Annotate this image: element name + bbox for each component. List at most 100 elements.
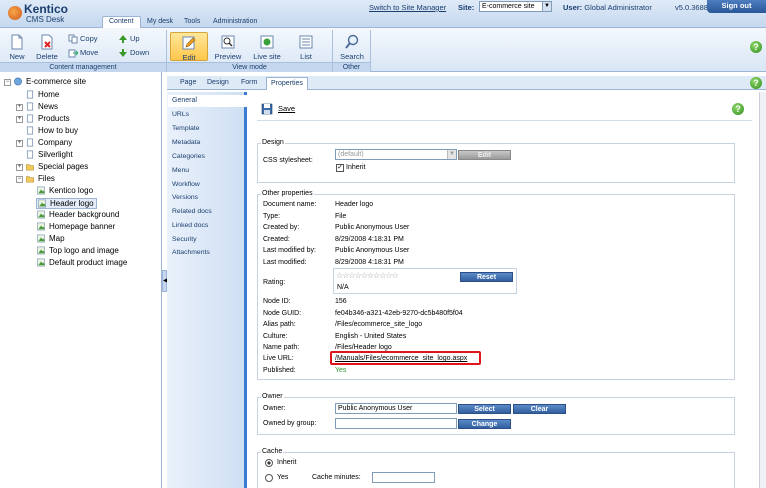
nav-menu[interactable]: Menu (172, 167, 189, 174)
down-button[interactable]: Down (118, 48, 149, 58)
tree-item-silverlight[interactable]: Silverlight (25, 150, 73, 159)
expand-icon[interactable]: + (16, 104, 23, 111)
owner-clear-button[interactable]: Clear (513, 404, 566, 414)
save-bar (257, 100, 752, 121)
collapse-icon[interactable]: − (16, 176, 23, 183)
group-change-button[interactable]: Change (458, 419, 511, 429)
rating-stars[interactable]: ☆☆☆☆☆☆☆☆☆☆ (336, 271, 399, 280)
nav-categories[interactable]: Categories (172, 153, 205, 160)
delete-button[interactable]: Delete (33, 34, 61, 61)
owner-select-button[interactable]: Select (458, 404, 511, 414)
nav-security[interactable]: Security (172, 236, 197, 243)
tree-item-map[interactable]: Map (36, 234, 65, 243)
search-button[interactable]: Search (336, 34, 368, 61)
tab-tools[interactable]: Tools (178, 17, 206, 28)
css-edit-button[interactable]: Edit (458, 150, 511, 160)
expand-icon[interactable]: + (16, 116, 23, 123)
expand-icon[interactable]: + (16, 140, 23, 147)
tree-root[interactable]: E-commerce site (13, 77, 86, 86)
tree-item-news[interactable]: News (25, 102, 58, 111)
nav-general[interactable]: General (168, 95, 247, 107)
inherit-checkbox[interactable]: ✓ (336, 164, 344, 172)
tree-item-kentico-logo[interactable]: Kentico logo (36, 186, 93, 195)
tab-design[interactable]: Design (204, 79, 232, 86)
save-disk-icon (261, 103, 273, 115)
tab-page[interactable]: Page (177, 79, 199, 86)
last-modified-by-label: Last modified by: (263, 247, 316, 254)
cache-inherit-radio[interactable] (265, 459, 273, 467)
preview-mode-button[interactable]: Preview (212, 34, 244, 61)
owned-by-group-input[interactable] (335, 418, 457, 429)
tree-item-files[interactable]: Files (25, 174, 55, 183)
tree-item-header-logo-selected[interactable]: Header logo (36, 198, 97, 210)
nav-linked-docs[interactable]: Linked docs (172, 222, 208, 229)
tree-item-header-background[interactable]: Header background (36, 210, 119, 219)
nav-versions[interactable]: Versions (172, 194, 198, 201)
tab-form[interactable]: Form (238, 79, 260, 86)
css-stylesheet-select[interactable]: (default) ▼ (335, 149, 457, 160)
live-site-mode-button[interactable]: Live site (249, 34, 285, 61)
tab-administration[interactable]: Administration (207, 17, 263, 28)
save-button[interactable]: Save (261, 103, 295, 115)
owner-input[interactable]: Public Anonymous User (335, 403, 457, 414)
live-site-icon (260, 35, 274, 49)
tree-item-top-logo-and-image[interactable]: Top logo and image (36, 246, 119, 255)
switch-to-site-manager-link[interactable]: Switch to Site Manager (369, 3, 446, 12)
help-icon[interactable]: ? (732, 103, 744, 115)
owner-legend: Owner (261, 393, 284, 400)
nav-template[interactable]: Template (172, 125, 200, 132)
move-button[interactable]: Move (68, 48, 98, 58)
help-icon[interactable]: ? (750, 77, 762, 89)
kentico-logo: Kentico CMS Desk (4, 1, 104, 27)
edit-mode-button[interactable]: Edit (170, 32, 208, 62)
node-id-label: Node ID: (263, 298, 291, 305)
sign-out-button[interactable]: Sign out (707, 0, 766, 13)
tree-item-how-to-buy[interactable]: How to buy (25, 126, 78, 135)
nav-accent-bar (244, 92, 247, 488)
created-value: 8/29/2008 4:18:31 PM (335, 236, 404, 243)
tree-item-company[interactable]: Company (25, 138, 72, 147)
live-url-link[interactable]: /Manuals/Files/ecommerce_site_logo.aspx (335, 355, 467, 362)
live-url-label: Live URL: (263, 355, 294, 362)
tree-item-special-pages[interactable]: Special pages (25, 162, 88, 171)
css-stylesheet-label: CSS stylesheet: (263, 157, 313, 164)
tree-item-products[interactable]: Products (25, 114, 70, 123)
cache-minutes-input[interactable] (372, 472, 435, 483)
new-button[interactable]: New (4, 34, 30, 61)
nav-attachments[interactable]: Attachments (172, 249, 210, 256)
last-modified-value: 8/29/2008 4:18:31 PM (335, 259, 404, 266)
expand-icon[interactable]: + (16, 164, 23, 171)
collapse-icon[interactable]: − (4, 79, 11, 86)
copy-button[interactable]: Copy (68, 34, 98, 44)
page-icon (26, 150, 34, 159)
user-label: User: Global Administrator (563, 3, 652, 12)
tree-item-default-product-image[interactable]: Default product image (36, 258, 127, 267)
up-button[interactable]: Up (118, 34, 140, 44)
list-mode-button[interactable]: List (293, 34, 319, 61)
rating-reset-button[interactable]: Reset (460, 272, 513, 282)
cache-yes-radio[interactable] (265, 474, 273, 482)
site-select[interactable]: E-commerce site ▼ (479, 1, 552, 12)
other-properties-legend: Other properties (261, 190, 314, 197)
last-modified-label: Last modified: (263, 259, 307, 266)
nav-related-docs[interactable]: Related docs (172, 208, 212, 215)
nav-metadata[interactable]: Metadata (172, 139, 200, 146)
image-file-icon (37, 187, 45, 195)
document-name-label: Document name: (263, 201, 317, 208)
cache-inherit-label: Inherit (277, 459, 297, 466)
vertical-scrollbar[interactable] (759, 92, 766, 488)
node-guid-label: Node GUID: (263, 310, 302, 317)
tree-item-home[interactable]: Home (25, 90, 59, 99)
site-label: Site: (458, 3, 475, 12)
tree-item-homepage-banner[interactable]: Homepage banner (36, 222, 115, 231)
cache-legend: Cache (261, 448, 284, 455)
help-icon[interactable]: ? (750, 41, 762, 53)
view-mode-caption: View mode (167, 62, 332, 72)
nav-urls[interactable]: URLs (172, 111, 189, 118)
arrow-up-icon (119, 35, 127, 44)
nav-workflow[interactable]: Workflow (172, 181, 200, 188)
owned-by-group-label: Owned by group: (263, 420, 317, 427)
tab-my-desk[interactable]: My desk (141, 17, 179, 28)
tab-properties[interactable]: Properties (266, 77, 308, 90)
tab-content[interactable]: Content (102, 16, 141, 28)
